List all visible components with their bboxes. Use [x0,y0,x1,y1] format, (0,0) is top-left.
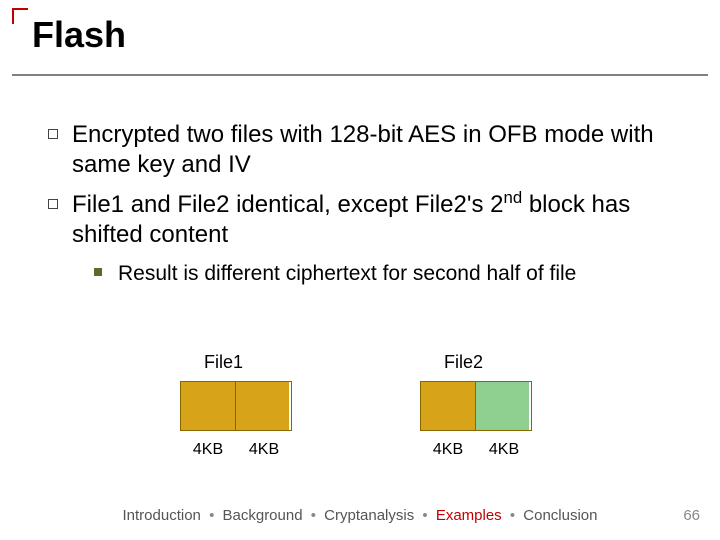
sub-bullet-text: Result is different ciphertext for secon… [118,260,576,287]
superscript: nd [503,188,522,207]
title-rule [12,74,708,76]
bullet-text: Encrypted two files with 128-bit AES in … [72,120,684,180]
bullet-level1: File1 and File2 identical, except File2'… [48,190,684,250]
file2-group: File2 4KB 4KB [420,352,532,459]
slide: Flash Encrypted two files with 128-bit A… [0,0,720,540]
file2-block2 [475,382,529,430]
file2-block1 [421,382,475,430]
bullet-level1: Encrypted two files with 128-bit AES in … [48,120,684,180]
footer-item: Conclusion [523,507,597,524]
file1-block2 [235,382,289,430]
footer-breadcrumb: Introduction • Background • Cryptanalysi… [0,507,720,524]
separator-dot-icon: • [506,507,519,524]
square-bullet-icon [48,199,58,209]
corner-accent [12,8,28,24]
footer-item: Cryptanalysis [324,507,414,524]
file1-size2: 4KB [236,441,292,459]
page-number: 66 [683,507,700,524]
file2-size1: 4KB [420,441,476,459]
file1-blocks [180,381,292,431]
bullet-text: File1 and File2 identical, except File2'… [72,190,684,250]
footer-item: Background [223,507,303,524]
file2-blocks [420,381,532,431]
square-bullet-icon [48,129,58,139]
file2-sizes: 4KB 4KB [420,441,532,459]
file1-sizes: 4KB 4KB [180,441,292,459]
content-area: Encrypted two files with 128-bit AES in … [48,120,684,287]
file1-size1: 4KB [180,441,236,459]
bullet-level2: Result is different ciphertext for secon… [94,260,684,287]
file1-label: File1 [180,352,292,373]
file2-size2: 4KB [476,441,532,459]
separator-dot-icon: • [205,507,218,524]
separator-dot-icon: • [418,507,431,524]
file2-label: File2 [420,352,532,373]
file1-block1 [181,382,235,430]
bullet-text-part: File1 and File2 identical, except File2'… [72,191,503,218]
separator-dot-icon: • [307,507,320,524]
footer-item-current: Examples [436,507,502,524]
footer-item: Introduction [123,507,201,524]
slide-title: Flash [32,14,126,56]
square-filled-bullet-icon [94,268,102,276]
file1-group: File1 4KB 4KB [180,352,292,459]
